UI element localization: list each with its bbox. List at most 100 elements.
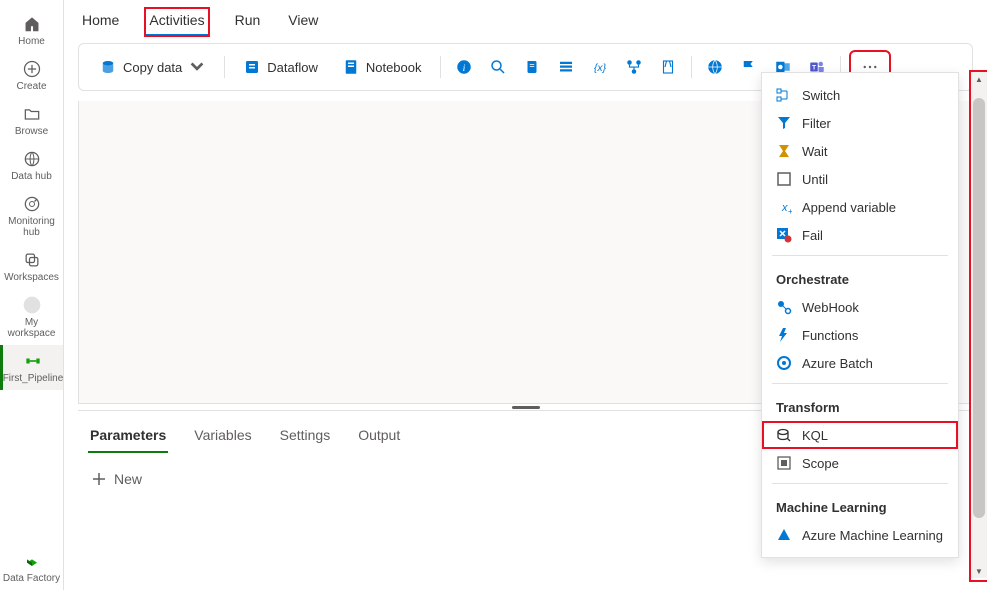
dd-item-fail[interactable]: Fail [762,221,958,249]
sidebar-label: Home [18,36,45,47]
sidebar-label: First_Pipeline [3,373,64,384]
append-variable-icon: x+ [776,199,792,215]
azure-ml-icon [776,527,792,543]
dd-item-azure-batch[interactable]: Azure Batch [762,349,958,377]
dd-item-append-variable[interactable]: x+Append variable [762,193,958,221]
delete-icon [659,58,677,76]
dd-item-scope[interactable]: Scope [762,449,958,477]
dataflow-button[interactable]: Dataflow [235,54,326,80]
variable-icon: {x} [591,58,609,76]
dd-item-until[interactable]: Until [762,165,958,193]
globe-icon [706,58,724,76]
toolbar-separator [224,56,225,78]
scope-icon [776,455,792,471]
dd-item-kql[interactable]: KQL [762,421,958,449]
notebook-label: Notebook [366,60,422,75]
sidebar-item-datahub[interactable]: Data hub [0,143,63,188]
tab-home[interactable]: Home [80,8,121,36]
new-parameter-button[interactable]: New [92,471,142,487]
plus-icon [92,472,106,486]
svg-text:x: x [781,202,788,214]
tab-variables[interactable]: Variables [192,423,253,453]
dropdown-separator [772,383,948,384]
sidebar-label: Create [16,81,46,92]
dropdown-separator [772,483,948,484]
scrollbar-up-button[interactable]: ▲ [971,72,987,86]
pipeline-icon [23,351,43,371]
dataflow-label: Dataflow [267,60,318,75]
web-button[interactable] [702,54,728,80]
sidebar-label: Data hub [11,171,52,182]
ribbon-tabs: Home Activities Run View [64,0,987,37]
gear-icon [776,355,792,371]
globe-data-icon [22,149,42,169]
dd-item-wait[interactable]: Wait [762,137,958,165]
list-icon [557,58,575,76]
sidebar-item-myworkspace[interactable]: My workspace [0,289,63,345]
sidebar-label: Workspaces [4,272,59,283]
dd-item-azure-ml[interactable]: Azure Machine Learning [762,521,958,549]
until-icon [776,171,792,187]
scrollbar-thumb[interactable] [973,98,985,518]
sidebar-item-workspaces[interactable]: Workspaces [0,244,63,289]
tab-run[interactable]: Run [233,8,263,36]
dd-item-switch[interactable]: Switch [762,81,958,109]
flag-button[interactable] [736,54,762,80]
stored-proc-button[interactable] [553,54,579,80]
dropdown-separator [772,255,948,256]
sidebar-item-datafactory[interactable]: Data Factory [0,545,63,590]
new-label: New [114,471,142,487]
scrollbar-down-button[interactable]: ▼ [971,564,987,578]
dd-item-webhook[interactable]: WebHook [762,293,958,321]
dd-section-transform: Transform [762,390,958,421]
sidebar-item-browse[interactable]: Browse [0,98,63,143]
dd-item-filter[interactable]: Filter [762,109,958,137]
tab-activities[interactable]: Activities [145,8,208,36]
sidebar-item-firstpipeline[interactable]: First_Pipeline [0,345,63,390]
dd-item-functions[interactable]: Functions [762,321,958,349]
delete-activity-button[interactable] [655,54,681,80]
hourglass-icon [776,143,792,159]
plus-circle-icon [22,59,42,79]
main-area: Home Activities Run View Copy data Dataf… [64,0,987,590]
switch-icon [776,87,792,103]
tab-output[interactable]: Output [356,423,402,453]
script-button[interactable] [519,54,545,80]
chevron-down-icon [188,58,206,76]
svg-text:i: i [462,63,465,74]
magnifier-icon [489,58,507,76]
home-icon [22,14,42,34]
sidebar-item-create[interactable]: Create [0,53,63,98]
notebook-button[interactable]: Notebook [334,54,430,80]
toolbar-separator [440,56,441,78]
info-icon: i [455,58,473,76]
monitor-icon [22,194,42,214]
tab-parameters[interactable]: Parameters [88,423,168,453]
workspaces-icon [22,250,42,270]
sidebar-label: Browse [15,126,48,137]
left-navigation: Home Create Browse Data hub Monitoring h… [0,0,64,590]
variable-button[interactable]: {x} [587,54,613,80]
sidebar-item-monitoring[interactable]: Monitoring hub [0,188,63,244]
filter-icon [776,115,792,131]
avatar-icon [22,295,42,315]
dd-section-orchestrate: Orchestrate [762,262,958,293]
copy-data-label: Copy data [123,60,182,75]
pipeline-activity-button[interactable] [621,54,647,80]
tab-view[interactable]: View [286,8,320,36]
lookup-button[interactable] [485,54,511,80]
datafactory-icon [22,551,42,571]
sidebar-label: Monitoring hub [0,216,63,238]
tab-settings[interactable]: Settings [278,423,333,453]
sidebar-label: Data Factory [3,573,60,584]
scroll-icon [523,58,541,76]
sidebar-item-home[interactable]: Home [0,8,63,53]
dd-section-ml: Machine Learning [762,490,958,521]
vertical-scrollbar[interactable]: ▲ ▼ [971,72,987,578]
info-button[interactable]: i [451,54,477,80]
toolbar-separator [691,56,692,78]
fail-icon [776,227,792,243]
svg-text:{x}: {x} [593,62,606,74]
webhook-icon [776,299,792,315]
copy-data-button[interactable]: Copy data [91,54,214,80]
